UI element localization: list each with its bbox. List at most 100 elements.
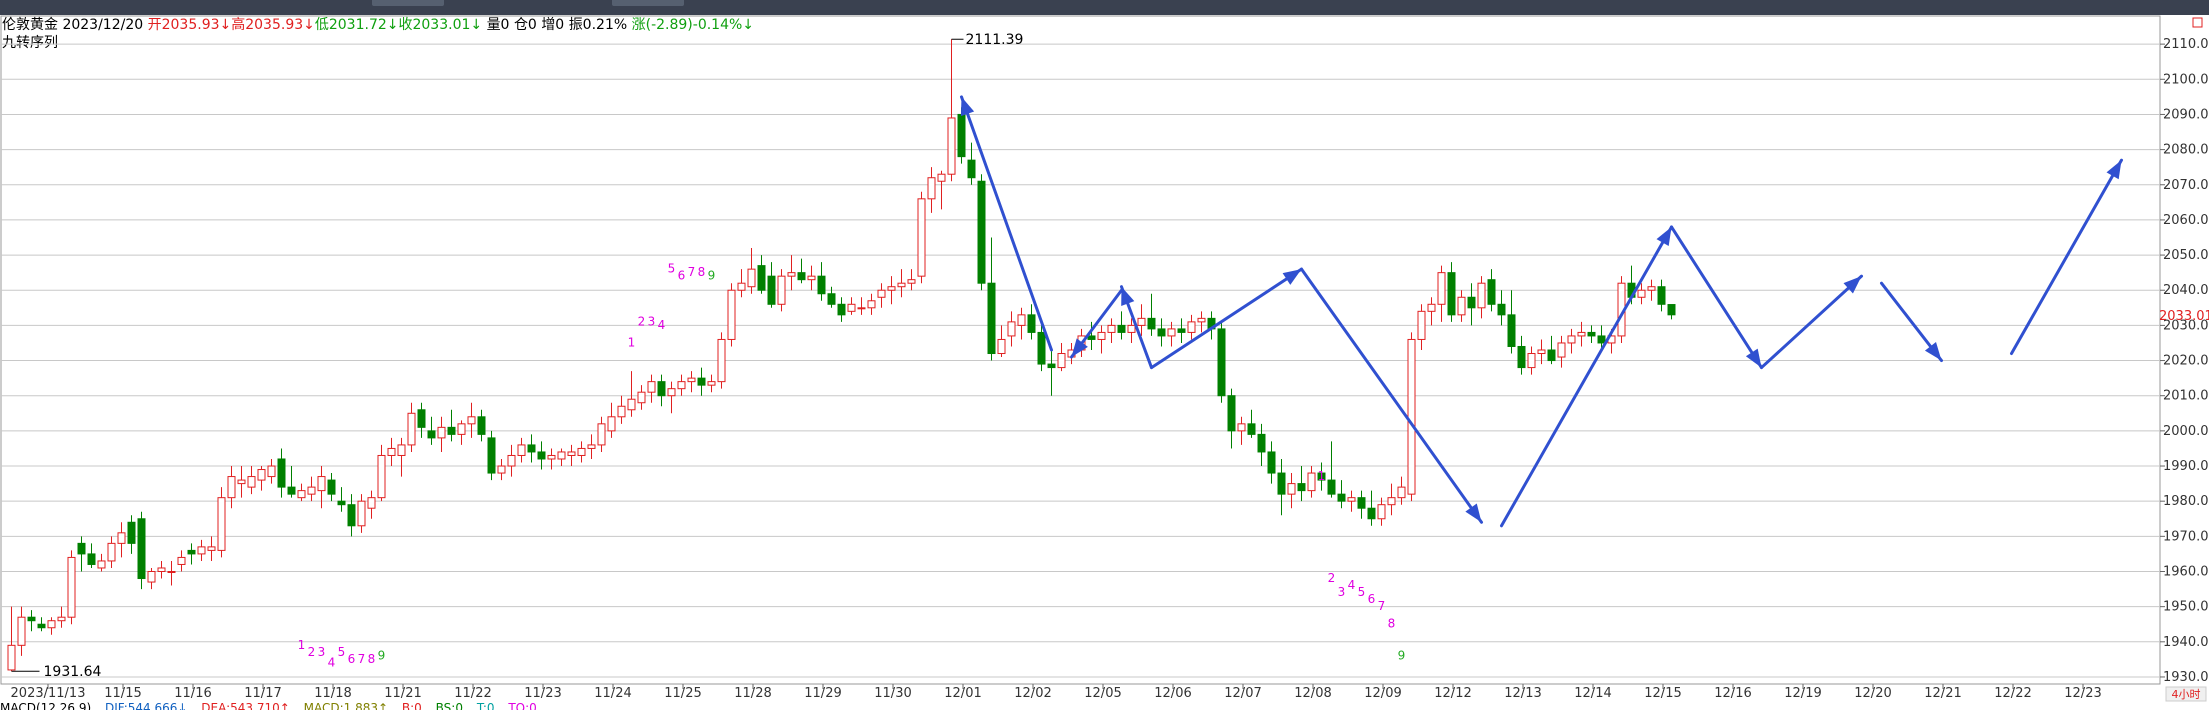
corner-box-icon[interactable] xyxy=(2192,17,2203,28)
tq-value: TQ:0 xyxy=(508,702,537,710)
candle-body-up xyxy=(357,500,366,527)
trend-arrow-line xyxy=(2010,158,2123,356)
price-markers: 2111.39 1931.64 2033.01 xyxy=(11,32,2209,680)
candle-body-up xyxy=(407,412,416,446)
candle-body-down xyxy=(1657,286,1666,305)
candle-body-down xyxy=(1517,345,1526,369)
macd-footer: MACD(12,26,9) DIF:544.666↓ DEA:543.710↑ … xyxy=(0,702,2209,710)
candle-body-down xyxy=(1337,493,1346,502)
td-count-label: 2 xyxy=(1328,571,1336,585)
candle-body-up xyxy=(567,451,576,456)
candle-body-down xyxy=(1497,303,1506,316)
candle-body-down xyxy=(817,275,826,295)
candlestick-chart[interactable]: 1930.00 1940.00 1950.00 1960.00 1970.00 1980.… xyxy=(0,0,2209,702)
candle-body-up xyxy=(997,338,1006,355)
candle-body-down xyxy=(1087,335,1096,340)
candle-body-up xyxy=(1637,289,1646,298)
candle-body-up xyxy=(1307,472,1316,492)
y-tick-label: 2070.00 xyxy=(2163,178,2209,193)
x-tick-label: 12/21 xyxy=(1924,686,1961,701)
td-count-label: 2 xyxy=(308,645,316,659)
x-tick-label: 11/30 xyxy=(874,686,911,701)
candle-body-down xyxy=(987,282,996,355)
candle-body-up xyxy=(247,476,256,488)
x-tick-label: 2023/11/13 xyxy=(11,686,86,701)
x-tick-label: 12/09 xyxy=(1364,686,1401,701)
td-count-label: 1 xyxy=(298,638,306,652)
candle-body-up xyxy=(67,556,76,618)
candle-body-up xyxy=(1427,303,1436,312)
x-tick-label: 12/12 xyxy=(1434,686,1471,701)
candle-body-up xyxy=(377,454,386,499)
candle-body-down xyxy=(527,444,536,453)
td-count-label: 5 xyxy=(338,645,346,659)
candle-body-down xyxy=(1357,497,1366,509)
x-tick-label: 12/02 xyxy=(1014,686,1051,701)
y-tick-label: 2010.00 xyxy=(2163,389,2209,404)
candle-body-up xyxy=(1017,314,1026,326)
candle-body-up xyxy=(97,560,106,569)
candle-body-up xyxy=(917,198,926,277)
candle-body-up xyxy=(867,300,876,309)
candle-body-up xyxy=(57,616,66,622)
td-count-label: 8 xyxy=(1388,617,1396,631)
candle-body-up xyxy=(1237,423,1246,432)
candle-body-up xyxy=(517,444,526,456)
candle-body-up xyxy=(717,338,726,383)
td-count-label: 4 xyxy=(328,655,336,669)
candle-body-down xyxy=(977,180,986,284)
candle-body-down xyxy=(1257,433,1266,453)
candle-body-up xyxy=(857,307,866,310)
dea-value: DEA:543.710↑ xyxy=(201,702,290,710)
candle-body-up xyxy=(217,497,226,551)
candle-body-up xyxy=(497,465,506,474)
candle-body-down xyxy=(127,521,136,544)
candle-body-up xyxy=(107,542,116,562)
candle-body-up xyxy=(1397,486,1406,499)
trend-arrow-head xyxy=(2106,160,2122,180)
x-tick-label: 11/23 xyxy=(524,686,561,701)
x-tick-label: 12/06 xyxy=(1154,686,1191,701)
trend-arrow-head xyxy=(1282,269,1302,285)
candle-body-down xyxy=(187,549,196,555)
candle-body-up xyxy=(807,275,816,281)
candle-body-up xyxy=(777,275,786,305)
candle-body-down xyxy=(1547,349,1556,362)
candle-body-up xyxy=(617,405,626,418)
candle-body-up xyxy=(1347,497,1356,502)
candle-body-down xyxy=(1667,304,1676,316)
candle-body-up xyxy=(1097,331,1106,340)
candle-body-up xyxy=(1647,286,1656,291)
candle-body-up xyxy=(727,289,736,340)
x-tick-label: 11/15 xyxy=(104,686,141,701)
x-tick-label: 12/22 xyxy=(1994,686,2031,701)
td-count-label: 5 xyxy=(668,262,676,276)
candle-body-up xyxy=(667,388,676,397)
candle-body-down xyxy=(697,377,706,386)
candle-body-down xyxy=(1507,314,1516,347)
candle-body-up xyxy=(587,444,596,449)
candle-body-up xyxy=(887,286,896,291)
candle-body-down xyxy=(1487,279,1496,305)
x-tick-label: 11/24 xyxy=(594,686,631,701)
price-axis: 1930.00 1940.00 1950.00 1960.00 1970.00 1980.… xyxy=(2160,37,2209,685)
candle-body-up xyxy=(1417,310,1426,340)
x-tick-label: 12/19 xyxy=(1784,686,1821,701)
candle-body-up xyxy=(677,381,686,390)
trend-arrow-line xyxy=(1150,267,1303,370)
x-tick-label: 11/21 xyxy=(384,686,421,701)
y-tick-label: 2020.00 xyxy=(2163,354,2209,369)
candle-body-up xyxy=(437,426,446,439)
candle-body-up xyxy=(1007,321,1016,337)
candle-body-up xyxy=(17,616,26,646)
candle-body-down xyxy=(757,265,766,291)
min-price-label: 1931.64 xyxy=(44,664,102,680)
y-tick-label: 1970.00 xyxy=(2163,529,2209,544)
trend-arrow-head xyxy=(1656,226,1672,247)
date-axis: 2023/11/13 11/15 11/16 11/17 11/18 11/21 11/22… xyxy=(11,684,2102,701)
y-tick-label: 2090.00 xyxy=(2163,107,2209,122)
candle-body-up xyxy=(177,556,186,565)
x-tick-label: 11/18 xyxy=(314,686,351,701)
candle-body-down xyxy=(827,293,836,305)
candle-body-up xyxy=(367,497,376,509)
